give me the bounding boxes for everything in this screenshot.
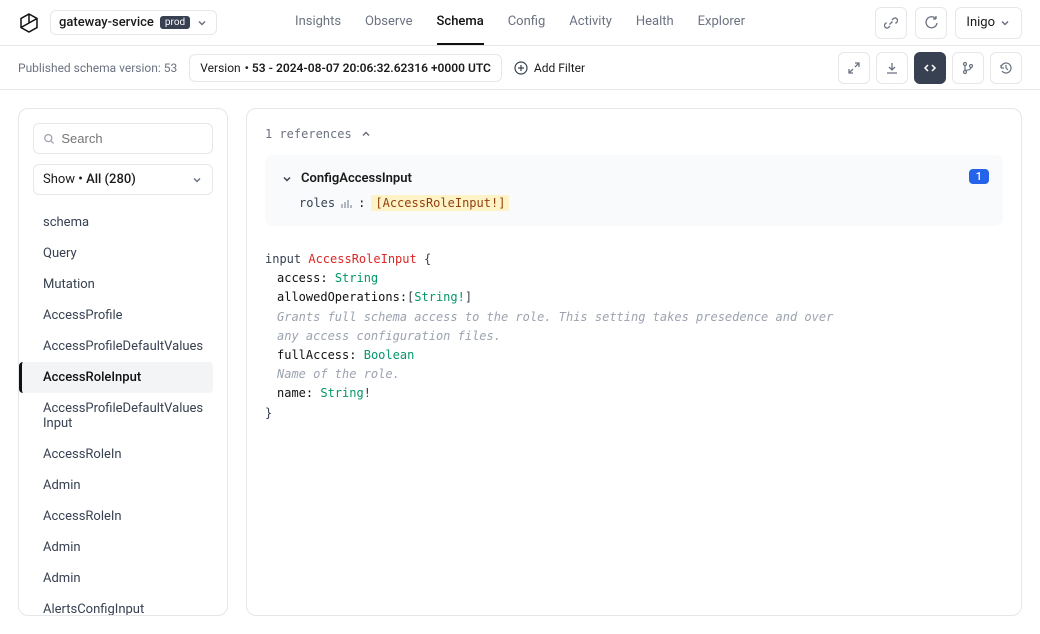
code-button[interactable] xyxy=(914,52,946,84)
search-input[interactable] xyxy=(61,131,203,146)
sidebar-item[interactable]: AccessProfileDefaultValues xyxy=(33,331,213,362)
app-logo[interactable] xyxy=(18,12,40,34)
sidebar-item[interactable]: AccessRoleIn xyxy=(33,501,213,532)
tab-schema[interactable]: Schema xyxy=(437,0,484,45)
show-selector[interactable]: Show • All (280) xyxy=(33,164,213,195)
add-filter-label: Add Filter xyxy=(534,61,585,75)
sidebar-item[interactable]: Admin xyxy=(33,563,213,594)
history-button[interactable] xyxy=(990,52,1022,84)
sidebar-item[interactable]: schema xyxy=(33,207,213,238)
branch-button[interactable] xyxy=(952,52,984,84)
env-badge: prod xyxy=(160,16,190,29)
sidebar-item[interactable]: AccessRoleInput xyxy=(19,362,213,393)
show-label: Show xyxy=(43,172,75,187)
show-value: • All (280) xyxy=(78,172,135,187)
tab-insights[interactable]: Insights xyxy=(295,0,341,45)
code-icon xyxy=(923,61,937,75)
chevron-down-icon xyxy=(191,174,203,186)
tab-activity[interactable]: Activity xyxy=(569,0,612,45)
version-prefix: Version xyxy=(200,61,240,75)
tab-explorer[interactable]: Explorer xyxy=(698,0,745,45)
search-box[interactable] xyxy=(33,123,213,154)
expand-button[interactable] xyxy=(838,52,870,84)
field-type[interactable]: AccessRoleInput! xyxy=(383,196,499,210)
chart-icon xyxy=(341,198,352,209)
expand-icon xyxy=(847,61,861,75)
chevron-down-icon xyxy=(196,17,208,29)
chevron-up-icon xyxy=(360,128,372,140)
refresh-icon xyxy=(924,16,938,30)
code-block: input AccessRoleInput { access: String a… xyxy=(265,250,1003,423)
type-name: AccessRoleInput xyxy=(308,252,416,266)
tab-observe[interactable]: Observe xyxy=(365,0,412,45)
plus-circle-icon xyxy=(514,61,528,75)
nav-tabs: Insights Observe Schema Config Activity … xyxy=(295,0,745,45)
history-icon xyxy=(999,61,1013,75)
service-name: gateway-service xyxy=(59,15,154,30)
branch-icon xyxy=(961,61,975,75)
refresh-button[interactable] xyxy=(915,7,947,39)
search-icon xyxy=(43,132,55,146)
sidebar-item[interactable]: Admin xyxy=(33,470,213,501)
chevron-down-icon[interactable] xyxy=(281,173,293,185)
link-button[interactable] xyxy=(875,7,907,39)
reference-count-badge: 1 xyxy=(969,169,989,184)
sidebar-item[interactable]: AccessProfileDefaultValues Input xyxy=(33,393,213,439)
references-header[interactable]: 1 references xyxy=(265,127,1003,141)
references-label: 1 references xyxy=(265,127,352,141)
link-icon xyxy=(884,16,898,30)
service-selector[interactable]: gateway-service prod xyxy=(50,10,217,35)
user-name: Inigo xyxy=(966,15,995,30)
chevron-down-icon xyxy=(999,17,1011,29)
sidebar-item[interactable]: Query xyxy=(33,238,213,269)
tab-health[interactable]: Health xyxy=(636,0,674,45)
user-menu[interactable]: Inigo xyxy=(955,7,1022,39)
sidebar-item[interactable]: AccessProfile xyxy=(33,300,213,331)
sidebar-item[interactable]: Mutation xyxy=(33,269,213,300)
download-button[interactable] xyxy=(876,52,908,84)
main-panel: 1 references ConfigAccessInput roles : [… xyxy=(246,108,1022,616)
reference-title[interactable]: ConfigAccessInput xyxy=(301,171,412,186)
sidebar-item[interactable]: AccessRoleIn xyxy=(33,439,213,470)
sidebar-item[interactable]: Admin xyxy=(33,532,213,563)
add-filter-button[interactable]: Add Filter xyxy=(514,61,585,75)
reference-card: ConfigAccessInput roles : [AccessRoleInp… xyxy=(265,155,1003,226)
tab-config[interactable]: Config xyxy=(508,0,546,45)
version-selector[interactable]: Version • 53 - 2024-08-07 20:06:32.62316… xyxy=(189,54,502,82)
sidebar: Show • All (280) schemaQueryMutationAcce… xyxy=(18,108,228,616)
version-detail: • 53 - 2024-08-07 20:06:32.62316 +0000 U… xyxy=(245,61,491,75)
published-version-label: Published schema version: 53 xyxy=(18,61,177,75)
download-icon xyxy=(885,61,899,75)
field-name: roles xyxy=(299,196,335,210)
sidebar-item[interactable]: AlertsConfigInput xyxy=(33,594,213,616)
